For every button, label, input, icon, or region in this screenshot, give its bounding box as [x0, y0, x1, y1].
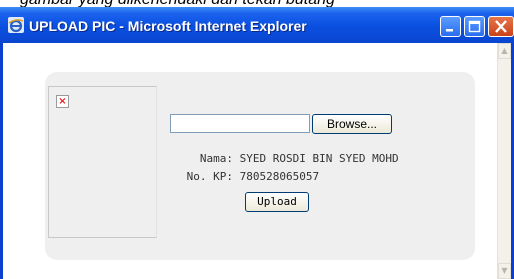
browser-content: × Browse... Nama: SYED ROSDI BIN SYED MO…	[3, 43, 511, 279]
file-path-input[interactable]	[170, 114, 310, 133]
browse-button[interactable]: Browse...	[312, 114, 392, 134]
kp-value: 780528065057	[239, 170, 320, 183]
upload-panel: × Browse... Nama: SYED ROSDI BIN SYED MO…	[45, 72, 475, 260]
nama-row: Nama: SYED ROSDI BIN SYED MOHD	[173, 152, 399, 165]
window-title: UPLOAD PIC - Microsoft Internet Explorer	[29, 18, 307, 34]
scroll-down-arrow-icon[interactable]: ▼	[498, 263, 511, 279]
popup-window: UPLOAD PIC - Microsoft Internet Explorer…	[0, 7, 514, 279]
nama-label: Nama:	[199, 152, 233, 165]
nama-value: SYED ROSDI BIN SYED MOHD	[239, 152, 399, 165]
broken-image-icon: ×	[56, 95, 69, 108]
close-button[interactable]	[488, 16, 514, 37]
kp-row: No. KP: 780528065057	[173, 170, 319, 183]
upload-button[interactable]: Upload	[245, 192, 309, 212]
scroll-up-arrow-icon[interactable]: ▲	[498, 43, 511, 59]
vertical-scrollbar[interactable]: ▲ ▼	[497, 43, 511, 279]
close-icon	[495, 20, 507, 33]
minimize-icon	[446, 29, 453, 32]
title-bar[interactable]: UPLOAD PIC - Microsoft Internet Explorer	[0, 7, 514, 43]
kp-label: No. KP:	[186, 170, 233, 183]
internet-explorer-icon	[8, 17, 24, 33]
minimize-button[interactable]	[440, 16, 461, 37]
photo-preview: ×	[48, 86, 157, 238]
maximize-icon	[468, 20, 481, 33]
maximize-button[interactable]	[464, 16, 485, 37]
